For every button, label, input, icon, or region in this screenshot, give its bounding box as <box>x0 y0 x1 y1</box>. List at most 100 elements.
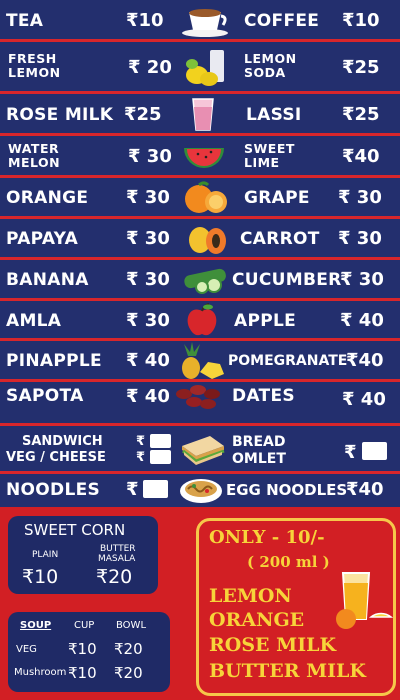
orange-price: ₹ 30 <box>126 187 170 208</box>
watermelon-price: ₹ 30 <box>128 146 172 167</box>
egg-noodles-label: EGG NOODLES <box>226 481 348 499</box>
menu-row-noodles: NOODLES ₹ 30 EGG NOODLES ₹40 <box>0 474 400 507</box>
noodles-price-symbol: ₹ <box>126 479 139 500</box>
menu-row-fresh-lemon: FRESH LEMON ₹ 20 LEMON SODA ₹25 <box>0 42 400 94</box>
dates-icon <box>176 385 220 409</box>
bread-label-line2: OMLET <box>232 451 286 467</box>
soup-box: SOUP CUP BOWL VEG ₹10 ₹20 Mushroom ₹10 ₹… <box>8 612 170 692</box>
orange-icon <box>185 181 227 213</box>
promo-item-butter-milk: BUTTER MILK <box>209 660 366 682</box>
coffee-label: COFFEE <box>244 11 320 31</box>
tea-label: TEA <box>6 11 44 31</box>
cucumber-price: ₹ 30 <box>340 269 384 290</box>
menu-row-sapota: SAPOTA ₹ 40 DATES ₹ 40 <box>0 382 400 426</box>
noodles-label: NOODLES <box>6 480 101 500</box>
egg-noodles-price: ₹40 <box>346 479 384 500</box>
menu-row-sandwich: SANDWICH VEG / CHEESE ₹ 25 ₹ 35 BREAD OM… <box>0 426 400 474</box>
amla-label: AMLA <box>6 311 62 331</box>
menu-row-tea: TEA ₹10 COFFEE ₹10 <box>0 0 400 42</box>
bread-price-symbol: ₹ <box>344 442 357 463</box>
sweet-corn-plain-price: ₹10 <box>22 566 59 588</box>
apple-price: ₹ 40 <box>340 310 384 331</box>
papaya-price: ₹ 30 <box>126 228 170 249</box>
carrot-price: ₹ 30 <box>338 228 382 249</box>
soup-col-bowl: BOWL <box>116 620 147 631</box>
sweet-corn-butter-label-line2: MASALA <box>98 554 136 564</box>
rose-milk-glass-icon <box>192 98 214 131</box>
menu-board: TEA ₹10 COFFEE ₹10 FRESH LEMON ₹ 20 LEMO… <box>0 0 400 700</box>
carrot-label: CARROT <box>240 229 320 249</box>
sandwich-label-line2: VEG / CHEESE <box>6 450 106 465</box>
menu-row-banana: BANANA ₹ 30 CUCUMBER ₹ 30 <box>0 260 400 301</box>
bread-omlet-price: 30 <box>362 442 387 460</box>
sandwich-price-cheese: 35 <box>150 450 171 464</box>
promo-item-rose-milk: ROSE MILK <box>209 634 336 656</box>
apple-icon <box>187 303 217 336</box>
pomegranate-label: POMEGRANATE <box>228 353 348 369</box>
cucumber-icon <box>184 268 226 294</box>
orange-label: ORANGE <box>6 188 89 208</box>
sweet-corn-butter-label-line1: BUTTER <box>100 544 136 554</box>
promo-volume-line: ( 200 ml ) <box>247 553 330 571</box>
menu-row-rose-milk: ROSE MILK ₹25 LASSI ₹25 <box>0 94 400 136</box>
dates-price: ₹ 40 <box>342 389 386 410</box>
sweet-corn-box: SWEET CORN PLAIN BUTTER MASALA ₹10 ₹20 <box>8 516 158 594</box>
sweet-lime-label-line2: LIME <box>244 155 280 170</box>
menu-row-papaya: PAPAYA ₹ 30 CARROT ₹ 30 <box>0 219 400 260</box>
fresh-lemon-price: ₹ 20 <box>128 57 172 78</box>
soup-veg-bowl-price: ₹20 <box>114 640 143 658</box>
bread-label-line1: BREAD <box>232 434 286 450</box>
apple-label: APPLE <box>234 311 297 331</box>
lemons-icon <box>186 50 224 86</box>
dates-label: DATES <box>232 386 295 406</box>
soda-label-line1: LEMON <box>244 51 297 66</box>
pinapple-label: PINAPPLE <box>6 351 102 371</box>
noodles-icon <box>180 479 222 503</box>
pinapple-price: ₹ 40 <box>126 350 170 371</box>
pineapple-icon <box>182 342 224 379</box>
grape-price: ₹ 30 <box>338 187 382 208</box>
sandwich-label-line1: SANDWICH <box>22 434 103 449</box>
menu-row-orange: ORANGE ₹ 30 GRAPE ₹ 30 <box>0 178 400 219</box>
soup-mushroom-cup-price: ₹10 <box>68 664 97 682</box>
noodles-price: 30 <box>143 480 168 498</box>
sapota-price: ₹ 40 <box>126 386 170 407</box>
soup-veg-name: VEG <box>16 644 37 655</box>
watermelon-label-line2: MELON <box>8 155 61 170</box>
fresh-label-line2: LEMON <box>8 65 61 80</box>
juice-glass-icon <box>336 572 393 629</box>
fresh-label-line1: FRESH <box>8 51 57 66</box>
cucumber-label: CUCUMBER <box>232 270 342 290</box>
banana-price: ₹ 30 <box>126 269 170 290</box>
watermelon-icon <box>184 148 224 168</box>
soup-mushroom-bowl-price: ₹20 <box>114 664 143 682</box>
sweet-corn-title: SWEET CORN <box>24 521 126 539</box>
promo-item-lemon: LEMON <box>209 585 292 607</box>
sweet-lime-price: ₹40 <box>342 146 380 167</box>
tea-price: ₹10 <box>126 10 164 31</box>
sandwich-price-veg: 25 <box>150 434 171 448</box>
lassi-label: LASSI <box>246 105 302 125</box>
banana-label: BANANA <box>6 270 89 290</box>
pomegranate-price: ₹40 <box>346 350 384 371</box>
grape-label: GRAPE <box>244 188 310 208</box>
rose-milk-label: ROSE MILK <box>6 105 114 125</box>
soup-title: SOUP <box>20 620 52 631</box>
papaya-label: PAPAYA <box>6 229 79 249</box>
lemon-soda-price: ₹25 <box>342 57 380 78</box>
watermelon-label-line1: WATER <box>8 141 60 156</box>
soup-col-cup: CUP <box>74 620 95 631</box>
sapota-label: SAPOTA <box>6 386 84 406</box>
promo-item-orange: ORANGE <box>209 609 305 631</box>
soup-mushroom-name: Mushroom <box>14 667 67 678</box>
menu-row-pinapple: PINAPPLE ₹ 40 POMEGRANATE ₹40 <box>0 341 400 382</box>
promo-price-line: ONLY - 10/- <box>209 527 325 548</box>
menu-row-watermelon: WATER MELON ₹ 30 SWEET LIME ₹40 <box>0 136 400 178</box>
sandwich-icon <box>182 436 225 465</box>
menu-row-amla: AMLA ₹ 30 APPLE ₹ 40 <box>0 301 400 341</box>
sweet-corn-plain-label: PLAIN <box>32 550 59 560</box>
rose-milk-price: ₹25 <box>124 104 162 125</box>
coffee-price: ₹10 <box>342 10 380 31</box>
soup-veg-cup-price: ₹10 <box>68 640 97 658</box>
papaya-icon <box>189 227 226 254</box>
